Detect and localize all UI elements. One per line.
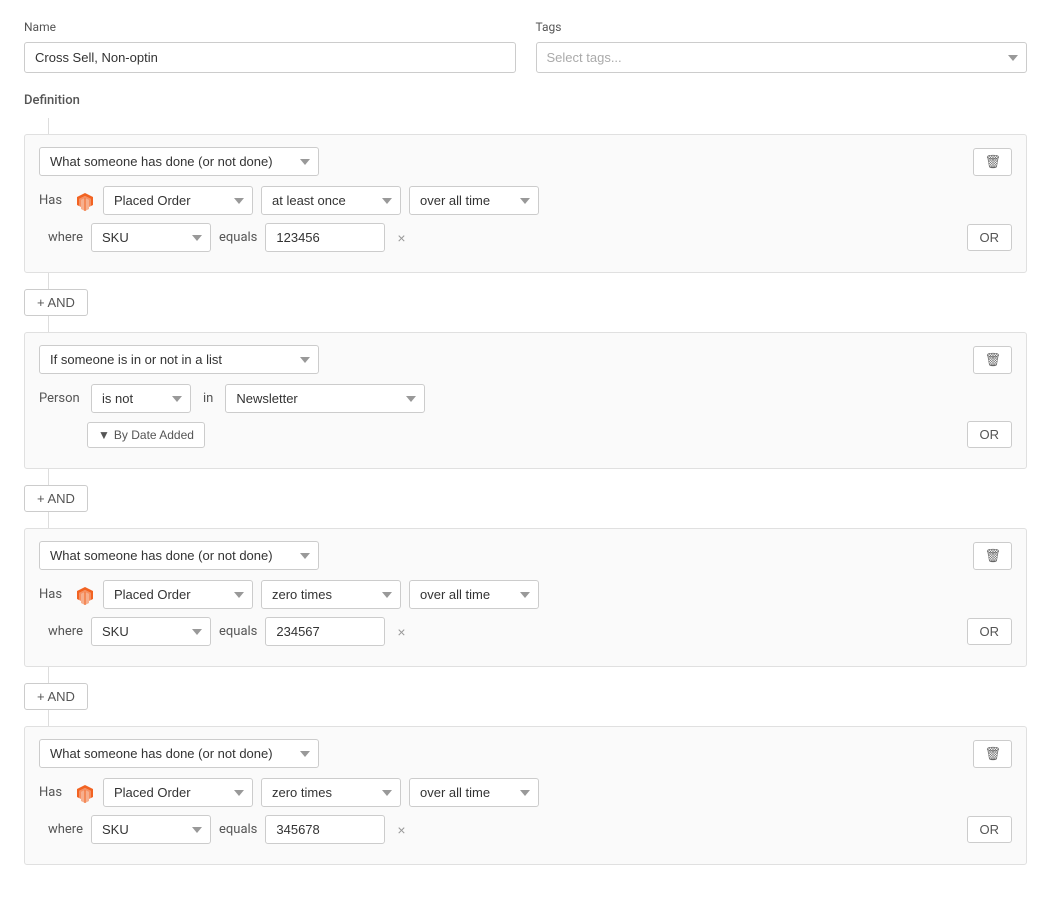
action-select-1[interactable]: Placed Order <box>103 186 253 215</box>
condition-row-1-where: where SKU equals × OR <box>39 223 1012 252</box>
condition-row-1-main: Has Placed Order at least once zero time… <box>39 186 1012 215</box>
condition-header-1: What someone has done (or not done) If s… <box>39 147 1012 176</box>
and-connector-1: + AND <box>24 289 1027 316</box>
delete-button-4[interactable]: 🗑 <box>973 740 1012 768</box>
name-input[interactable] <box>24 42 516 73</box>
condition-type-select-1[interactable]: What someone has done (or not done) If s… <box>39 147 319 176</box>
or-button-2[interactable]: OR <box>967 421 1013 448</box>
vertical-line-4 <box>48 710 49 726</box>
vertical-line-and-2 <box>48 469 49 485</box>
sku-select-1[interactable]: SKU <box>91 223 211 252</box>
frequency-select-3[interactable]: at least once zero times exactly <box>261 580 401 609</box>
condition-header-4: What someone has done (or not done) If s… <box>39 739 1012 768</box>
clear-sku-4[interactable]: × <box>393 822 409 838</box>
or-button-4[interactable]: OR <box>967 816 1013 843</box>
magento-icon-4 <box>75 783 95 803</box>
tags-field-group: Tags Select tags... <box>536 20 1028 73</box>
sku-select-3[interactable]: SKU <box>91 617 211 646</box>
trash-icon-4: 🗑 <box>984 746 1001 762</box>
sku-select-4[interactable]: SKU <box>91 815 211 844</box>
vertical-line-and-3 <box>48 667 49 683</box>
tags-label: Tags <box>536 20 1028 34</box>
and-button-2[interactable]: + AND <box>24 485 88 512</box>
trash-icon-2: 🗑 <box>984 352 1001 368</box>
and-button-3[interactable]: + AND <box>24 683 88 710</box>
equals-label-3: equals <box>219 624 257 639</box>
condition-type-select-2[interactable]: What someone has done (or not done) If s… <box>39 345 319 374</box>
sku-value-4[interactable] <box>265 815 385 844</box>
condition-row-4-where: where SKU equals × OR <box>39 815 1012 844</box>
has-label-4: Has <box>39 785 67 800</box>
tags-select[interactable]: Select tags... <box>536 42 1028 73</box>
has-label-1: Has <box>39 193 67 208</box>
condition-row-4-main: Has Placed Order at least once zero time… <box>39 778 1012 807</box>
condition-block-4: What someone has done (or not done) If s… <box>24 726 1027 865</box>
in-label-2: in <box>199 391 217 406</box>
condition-row-3-where: where SKU equals × OR <box>39 617 1012 646</box>
timeframe-select-1[interactable]: over all time in the last <box>409 186 539 215</box>
condition-row-2-filter: ▼ By Date Added OR <box>39 421 1012 448</box>
frequency-select-4[interactable]: at least once zero times exactly <box>261 778 401 807</box>
bottom-spacer <box>24 865 1027 885</box>
where-label-3: where <box>39 624 83 639</box>
sku-value-3[interactable] <box>265 617 385 646</box>
equals-label-1: equals <box>219 230 257 245</box>
frequency-select-1[interactable]: at least once zero times exactly <box>261 186 401 215</box>
has-label-3: Has <box>39 587 67 602</box>
condition-type-select-4[interactable]: What someone has done (or not done) If s… <box>39 739 319 768</box>
sku-value-1[interactable] <box>265 223 385 252</box>
condition-row-3-main: Has Placed Order at least once zero time… <box>39 580 1012 609</box>
and-button-1[interactable]: + AND <box>24 289 88 316</box>
delete-button-1[interactable]: 🗑 <box>973 148 1012 176</box>
name-label: Name <box>24 20 516 34</box>
magento-icon-3 <box>75 585 95 605</box>
where-label-4: where <box>39 822 83 837</box>
timeframe-select-3[interactable]: over all time in the last <box>409 580 539 609</box>
condition-header-3: What someone has done (or not done) If s… <box>39 541 1012 570</box>
or-button-1[interactable]: OR <box>967 224 1013 251</box>
person-status-select-2[interactable]: is not is <box>91 384 191 413</box>
by-date-added-button-2[interactable]: ▼ By Date Added <box>87 422 205 448</box>
name-field-group: Name <box>24 20 516 73</box>
top-row: Name Tags Select tags... <box>24 20 1027 73</box>
condition-header-2: What someone has done (or not done) If s… <box>39 345 1012 374</box>
and-connector-2: + AND <box>24 485 1027 512</box>
timeframe-select-4[interactable]: over all time in the last <box>409 778 539 807</box>
vertical-line-3 <box>48 512 49 528</box>
trash-icon-1: 🗑 <box>984 154 1001 170</box>
filter-area-2: ▼ By Date Added <box>39 422 959 448</box>
list-select-2[interactable]: Newsletter <box>225 384 425 413</box>
magento-icon-1 <box>75 191 95 211</box>
vertical-line-2 <box>48 316 49 332</box>
where-label-1: where <box>39 230 83 245</box>
delete-button-3[interactable]: 🗑 <box>973 542 1012 570</box>
clear-sku-1[interactable]: × <box>393 230 409 246</box>
condition-row-2-person: Person is not is in Newsletter <box>39 384 1012 413</box>
delete-button-2[interactable]: 🗑 <box>973 346 1012 374</box>
equals-label-4: equals <box>219 822 257 837</box>
vertical-line-top-1 <box>48 118 49 134</box>
action-select-3[interactable]: Placed Order <box>103 580 253 609</box>
or-button-3[interactable]: OR <box>967 618 1013 645</box>
trash-icon-3: 🗑 <box>984 548 1001 564</box>
condition-block-3: What someone has done (or not done) If s… <box>24 528 1027 667</box>
condition-type-select-3[interactable]: What someone has done (or not done) If s… <box>39 541 319 570</box>
and-connector-3: + AND <box>24 683 1027 710</box>
condition-block-2: What someone has done (or not done) If s… <box>24 332 1027 469</box>
definition-label: Definition <box>24 93 1027 108</box>
filter-label-2: By Date Added <box>114 428 194 442</box>
vertical-line-and-1 <box>48 273 49 289</box>
action-select-4[interactable]: Placed Order <box>103 778 253 807</box>
condition-block-1: What someone has done (or not done) If s… <box>24 134 1027 273</box>
clear-sku-3[interactable]: × <box>393 624 409 640</box>
page-container: Name Tags Select tags... Definition What… <box>0 0 1051 905</box>
person-label-2: Person <box>39 391 83 406</box>
filter-icon-2: ▼ <box>98 428 110 442</box>
